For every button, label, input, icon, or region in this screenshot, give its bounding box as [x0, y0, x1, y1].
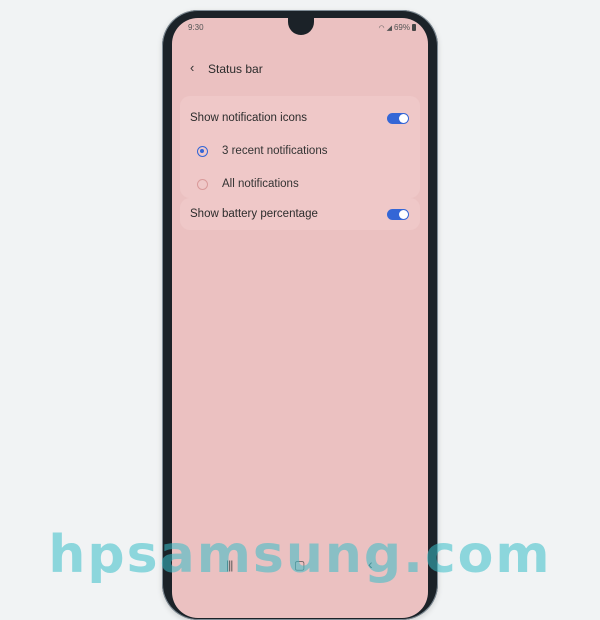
show-battery-percentage-row[interactable]: Show battery percentage — [180, 199, 420, 229]
radio-label-recent: 3 recent notifications — [222, 145, 328, 157]
watermark: hpsamsung.com — [48, 525, 552, 585]
radio-button-all[interactable] — [197, 179, 208, 190]
radio-label-all: All notifications — [222, 178, 299, 190]
page-header: ‹ Status bar — [172, 58, 428, 80]
notification-settings-card: Show notification icons 3 recent notific… — [180, 96, 420, 198]
show-battery-percentage-label: Show battery percentage — [190, 208, 318, 220]
radio-option-recent[interactable]: 3 recent notifications — [180, 136, 420, 166]
show-notification-icons-row[interactable]: Show notification icons — [180, 103, 420, 133]
status-bar: 9:30 ◠ ◢ 69% — [172, 18, 428, 36]
radio-option-all[interactable]: All notifications — [180, 169, 420, 199]
battery-icon — [412, 24, 416, 31]
battery-percentage: 69% — [393, 23, 410, 32]
wifi-icon: ◠ — [378, 24, 385, 32]
toggle-knob — [399, 114, 408, 123]
back-arrow-icon[interactable]: ‹ — [190, 60, 194, 75]
show-battery-percentage-toggle[interactable] — [387, 209, 409, 220]
status-time: 9:30 — [188, 23, 204, 32]
status-icons: ◠ ◢ 69% — [378, 23, 416, 32]
page-title: Status bar — [208, 62, 263, 76]
radio-button-recent[interactable] — [197, 146, 208, 157]
show-notification-icons-toggle[interactable] — [387, 113, 409, 124]
show-notification-icons-label: Show notification icons — [190, 112, 307, 124]
signal-icon: ◢ — [386, 24, 392, 32]
battery-settings-card: Show battery percentage — [180, 198, 420, 230]
toggle-knob — [399, 210, 408, 219]
